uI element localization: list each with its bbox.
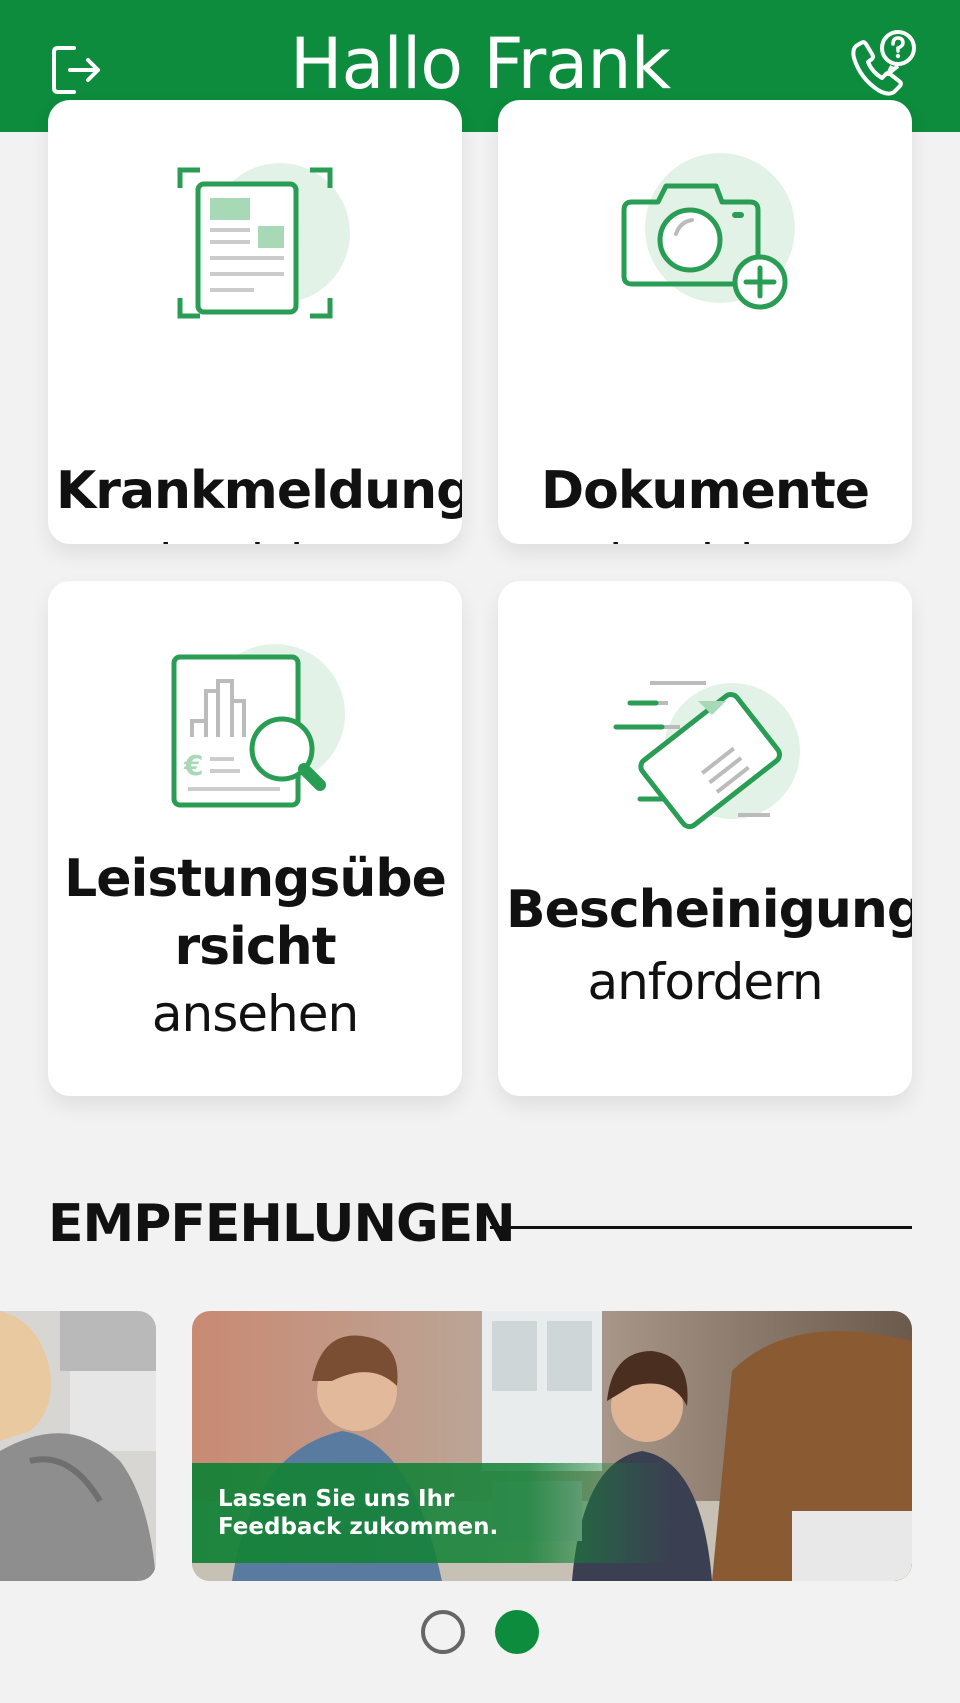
document-scan-icon xyxy=(160,148,350,338)
phone-help-icon xyxy=(851,30,916,96)
call-help-button[interactable] xyxy=(842,26,922,106)
section-divider xyxy=(490,1226,912,1229)
certificate-send-icon xyxy=(610,671,800,861)
svg-text:€: € xyxy=(183,749,203,782)
banner-photo xyxy=(0,1311,156,1581)
page-title: Hallo Frank xyxy=(289,23,671,105)
tile-dokumente[interactable]: Dokumente einreichen xyxy=(498,100,912,544)
banner-caption: Lassen Sie uns Ihr Feedback zukommen. xyxy=(192,1463,672,1563)
recommendation-banner-feedback[interactable]: Lassen Sie uns Ihr Feedback zukommen. xyxy=(192,1311,912,1581)
tile-subtitle: anfordern xyxy=(587,953,823,1011)
tile-leistungsuebersicht[interactable]: € Leistungsübersicht ansehen xyxy=(48,581,462,1096)
tile-bescheinigung[interactable]: Bescheinigung anfordern xyxy=(498,581,912,1096)
tile-subtitle: einreichen xyxy=(498,530,912,544)
tile-subtitle: ansehen xyxy=(151,985,359,1043)
carousel-pagination xyxy=(0,1610,960,1656)
banner-caption-line2: Feedback zukommen. xyxy=(218,1514,499,1540)
logout-icon xyxy=(52,46,100,94)
report-search-icon: € xyxy=(160,629,350,819)
tile-title: Krankmeldung xyxy=(56,461,462,521)
recommendation-banner-prev[interactable] xyxy=(0,1311,156,1581)
logout-button[interactable] xyxy=(36,30,116,110)
section-heading: EMPFEHLUNGEN xyxy=(48,1194,516,1254)
banner-caption-line1: Lassen Sie uns Ihr xyxy=(218,1486,455,1512)
tile-title: Leistungsübersicht xyxy=(64,849,447,977)
pagination-dot-2[interactable] xyxy=(495,1610,539,1654)
pagination-dot-1[interactable] xyxy=(421,1610,465,1654)
tile-title: Dokumente xyxy=(540,461,870,521)
camera-add-icon xyxy=(610,148,800,338)
tile-krankmeldung[interactable]: Krankmeldung einreichen xyxy=(48,100,462,544)
tile-title: Bescheinigung xyxy=(506,880,912,940)
tile-subtitle: einreichen xyxy=(48,530,462,544)
